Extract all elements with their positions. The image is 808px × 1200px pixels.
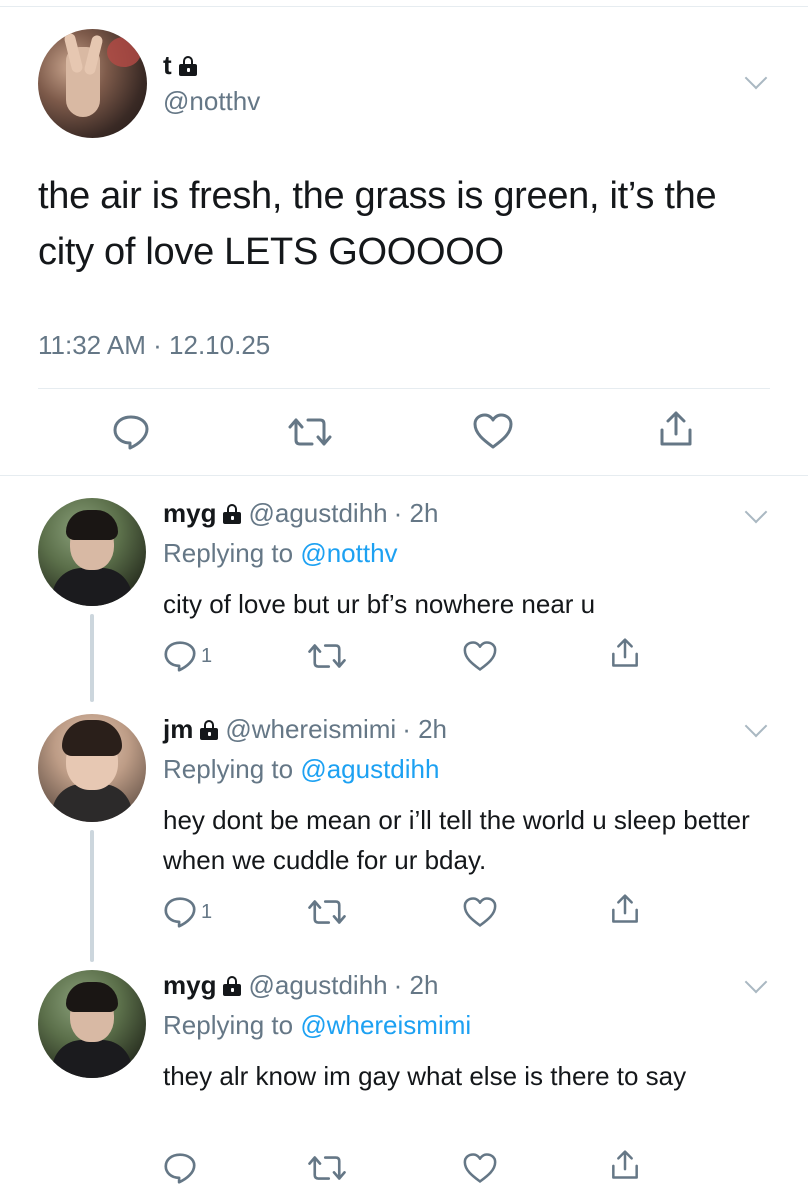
- share-icon: [612, 1150, 638, 1179]
- reply-header: myg @agustdihh · 2h: [163, 970, 438, 1001]
- author-name-row[interactable]: t: [163, 50, 198, 81]
- reply-tweet: myg @agustdihh · 2h Replying to @whereis…: [0, 962, 808, 1200]
- avatar[interactable]: [38, 970, 146, 1078]
- reply-button[interactable]: 1: [163, 640, 212, 672]
- tweet-time[interactable]: · 2h: [402, 714, 447, 745]
- share-icon: [612, 894, 638, 923]
- chevron-down-icon[interactable]: [744, 714, 768, 738]
- lock-icon: [178, 55, 198, 76]
- author-handle[interactable]: @whereismimi: [225, 714, 396, 745]
- like-button[interactable]: [462, 1152, 498, 1184]
- author-name[interactable]: t: [163, 50, 172, 81]
- chevron-down-icon[interactable]: [744, 66, 768, 90]
- chevron-down-icon[interactable]: [744, 500, 768, 524]
- reply-icon: [164, 897, 196, 928]
- like-button[interactable]: [462, 640, 498, 672]
- share-icon: [660, 411, 692, 446]
- lock-icon: [222, 975, 242, 996]
- retweet-button[interactable]: [306, 1152, 348, 1184]
- retweet-icon: [308, 900, 346, 924]
- tweet-timestamp[interactable]: 11:32 AM · 12.10.25: [38, 330, 270, 361]
- reply-button[interactable]: [163, 1152, 201, 1184]
- reply-text: they alr know im gay what else is there …: [163, 1061, 687, 1091]
- author-handle[interactable]: @notthv: [163, 86, 260, 117]
- reply-text: city of love but ur bf’s nowhere near u: [163, 589, 596, 619]
- heart-icon: [463, 641, 497, 671]
- author-name[interactable]: myg: [163, 498, 216, 529]
- mention-link[interactable]: @agustdihh: [300, 754, 439, 784]
- like-button[interactable]: [472, 412, 514, 450]
- replying-to: Replying to @agustdihh: [163, 754, 439, 785]
- author-name[interactable]: myg: [163, 970, 216, 1001]
- retweet-icon: [308, 1156, 346, 1180]
- like-button[interactable]: [462, 896, 498, 928]
- retweet-button[interactable]: [306, 896, 348, 928]
- mention-link[interactable]: @notthv: [300, 538, 397, 568]
- lock-icon: [199, 719, 219, 740]
- tweet-time[interactable]: · 2h: [394, 498, 439, 529]
- replying-prefix: Replying to: [163, 754, 301, 784]
- author-name[interactable]: jm: [163, 714, 193, 745]
- avatar[interactable]: [38, 29, 147, 138]
- heart-icon: [473, 413, 513, 449]
- main-tweet: t @notthv the air is fresh, the grass is…: [0, 0, 808, 476]
- tweet-text: the air is fresh, the grass is green, it…: [38, 175, 717, 273]
- share-button[interactable]: [610, 1148, 640, 1182]
- heart-icon: [463, 897, 497, 927]
- reply-button[interactable]: [112, 414, 150, 450]
- share-button[interactable]: [610, 892, 640, 926]
- reply-tweet: myg @agustdihh · 2h Replying to @notthv …: [0, 476, 808, 706]
- share-button[interactable]: [610, 636, 640, 670]
- reply-count: 1: [201, 900, 213, 923]
- reply-button[interactable]: 1: [163, 896, 212, 928]
- replying-to: Replying to @whereismimi: [163, 1010, 471, 1041]
- tweet-time[interactable]: · 2h: [394, 970, 439, 1001]
- share-button[interactable]: [658, 410, 694, 448]
- reply-icon: [113, 415, 149, 450]
- share-icon: [612, 638, 638, 667]
- retweet-button[interactable]: [286, 414, 334, 450]
- avatar-background: [107, 37, 141, 67]
- chevron-down-icon[interactable]: [744, 970, 768, 994]
- replying-prefix: Replying to: [163, 1010, 301, 1040]
- reply-text: hey dont be mean or i’ll tell the world …: [163, 805, 750, 875]
- author-handle[interactable]: @agustdihh: [248, 970, 387, 1001]
- reply-count: 1: [201, 644, 213, 667]
- heart-icon: [463, 1153, 497, 1183]
- reply-tweet: jm @whereismimi · 2h Replying to @agustd…: [0, 706, 808, 962]
- mention-link[interactable]: @whereismimi: [300, 1010, 471, 1040]
- reply-icon: [164, 641, 196, 672]
- lock-icon: [222, 503, 242, 524]
- reply-icon: [164, 1153, 196, 1184]
- retweet-button[interactable]: [306, 640, 348, 672]
- retweet-icon: [308, 644, 346, 668]
- avatar[interactable]: [38, 498, 146, 606]
- author-handle[interactable]: @agustdihh: [248, 498, 387, 529]
- replying-to: Replying to @notthv: [163, 538, 398, 569]
- replying-prefix: Replying to: [163, 538, 301, 568]
- meta-divider: [38, 388, 770, 389]
- reply-header: jm @whereismimi · 2h: [163, 714, 447, 745]
- reply-header: myg @agustdihh · 2h: [163, 498, 438, 529]
- retweet-icon: [288, 418, 332, 446]
- avatar[interactable]: [38, 714, 146, 822]
